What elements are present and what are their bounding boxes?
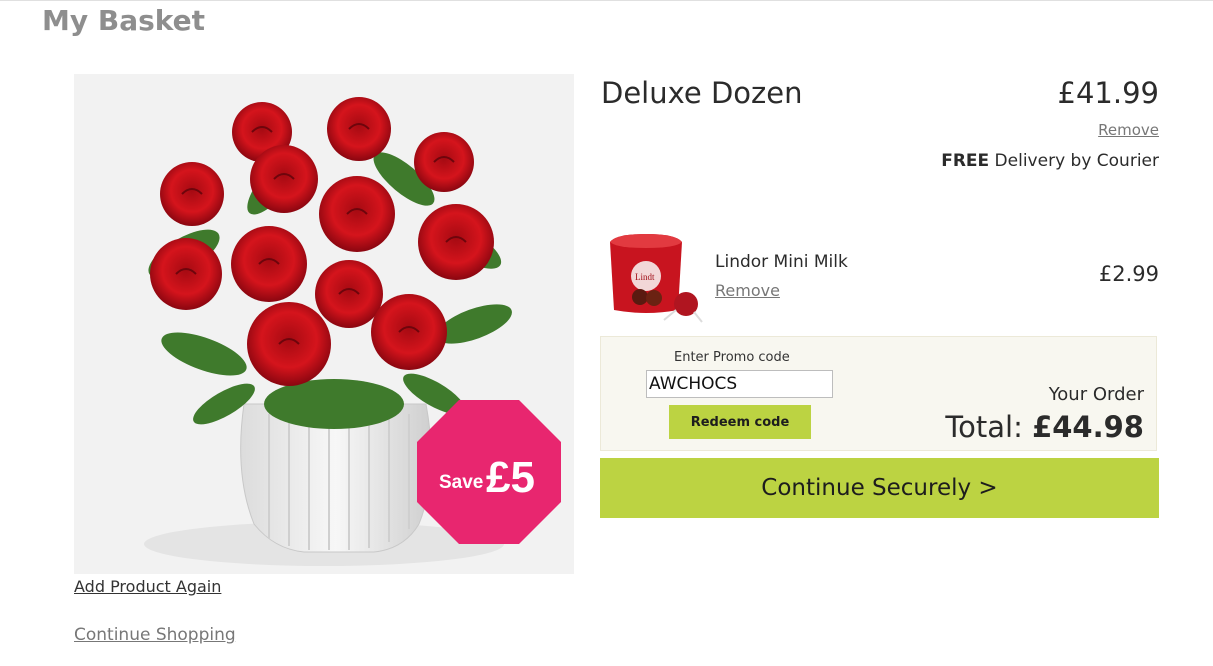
product-image: Save £5 bbox=[74, 74, 574, 574]
delivery-method: Delivery by Courier bbox=[989, 151, 1159, 171]
svg-text:Lindt: Lindt bbox=[635, 272, 655, 282]
top-divider bbox=[0, 0, 1213, 1]
addon-image: Lindt bbox=[604, 232, 704, 324]
delivery-info: FREE Delivery by Courier bbox=[941, 151, 1159, 171]
promo-order-panel: Enter Promo code Redeem code Your Order … bbox=[600, 336, 1157, 451]
order-total: Total: £44.98 bbox=[945, 410, 1144, 444]
total-value: £44.98 bbox=[1032, 410, 1144, 444]
total-label: Total: bbox=[945, 410, 1033, 444]
continue-securely-button[interactable]: Continue Securely > bbox=[600, 458, 1159, 518]
remove-addon-link[interactable]: Remove bbox=[715, 281, 780, 300]
your-order-label: Your Order bbox=[1048, 384, 1144, 405]
lindor-chocolate-box-image: Lindt bbox=[610, 234, 703, 323]
addon-price: £2.99 bbox=[1098, 262, 1159, 286]
delivery-free-label: FREE bbox=[941, 151, 990, 171]
save-badge-amount: £5 bbox=[486, 453, 535, 502]
add-product-again-link[interactable]: Add Product Again bbox=[74, 577, 221, 596]
save-badge-prefix: Save bbox=[439, 472, 483, 493]
promo-code-input[interactable] bbox=[646, 370, 833, 398]
product-name: Deluxe Dozen bbox=[601, 76, 803, 110]
remove-product-link[interactable]: Remove bbox=[1098, 121, 1159, 139]
product-price: £41.99 bbox=[1057, 76, 1159, 110]
page-title: My Basket bbox=[42, 4, 206, 37]
addon-name: Lindor Mini Milk bbox=[715, 252, 848, 272]
redeem-code-button[interactable]: Redeem code bbox=[669, 405, 811, 439]
save-badge: Save £5 bbox=[417, 400, 561, 544]
continue-shopping-link[interactable]: Continue Shopping bbox=[74, 625, 236, 645]
promo-code-label: Enter Promo code bbox=[674, 350, 790, 365]
